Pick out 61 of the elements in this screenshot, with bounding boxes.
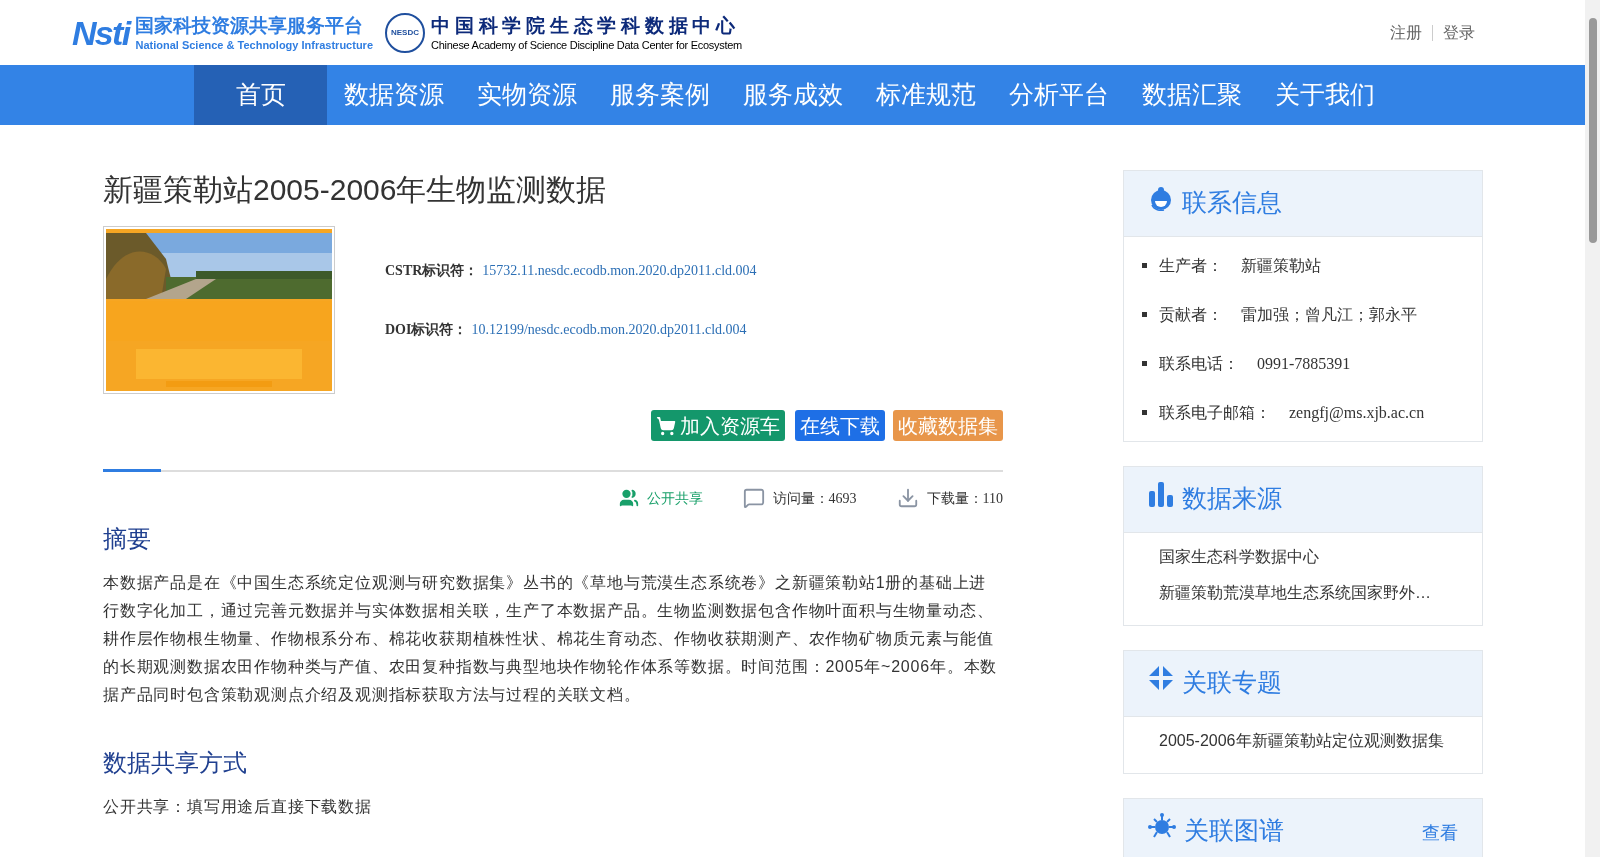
nav-tab[interactable]: 关于我们 bbox=[1258, 65, 1391, 125]
info-label: 联系电子邮箱： bbox=[1159, 402, 1271, 423]
section-heading: 数据共享方式 bbox=[103, 748, 248, 778]
info-value: zengfj@ms.xjb.ac.cn bbox=[1289, 402, 1425, 424]
action-button[interactable]: 加入资源车 bbox=[651, 410, 785, 441]
card-title: 关联图谱 bbox=[1184, 815, 1284, 846]
section-heading: 摘要 bbox=[103, 524, 152, 554]
center-title: 中国科学院生态学科数据中心 bbox=[431, 13, 741, 38]
platform-title: 国家科技资源共享服务平台 bbox=[135, 13, 365, 38]
action-button[interactable]: 在线下载 bbox=[795, 410, 885, 441]
header-link[interactable]: 注册 bbox=[1390, 20, 1422, 45]
view-link[interactable]: 查看 bbox=[1422, 821, 1458, 845]
list-link[interactable]: 新疆策勒荒漠草地生态系统国家野外… bbox=[1142, 581, 1431, 605]
platform-subtitle: National Science & Technology Infrastructure bbox=[135, 37, 373, 52]
info-value: 雷加强；曾凡江；郭永平 bbox=[1241, 304, 1417, 325]
message-icon bbox=[742, 487, 765, 509]
info-value: 新疆策勒站 bbox=[1241, 255, 1321, 276]
cart-icon bbox=[656, 415, 676, 436]
bullet-icon bbox=[1142, 312, 1147, 317]
diamond-segments-icon bbox=[1148, 665, 1174, 691]
center-subtitle: Chinese Academy of Science Discipline Data Center for Ecosystem bbox=[431, 37, 742, 52]
list-link[interactable]: 国家生态科学数据中心 bbox=[1142, 545, 1319, 569]
download-icon bbox=[896, 487, 919, 509]
list-link[interactable]: 2005-2006年新疆策勒站定位观测数据集 bbox=[1142, 729, 1444, 753]
stat-text: 公开共享 bbox=[646, 489, 703, 508]
scrollbar[interactable] bbox=[1585, 0, 1600, 857]
bullet-icon bbox=[1142, 361, 1147, 366]
nav-tab[interactable]: 服务案例 bbox=[593, 65, 726, 125]
bullet-icon bbox=[1142, 263, 1147, 268]
identifier-label: DOI标识符： bbox=[385, 321, 468, 339]
section-text: 公开共享：填写用途后直接下载数据 bbox=[103, 797, 373, 817]
center-badge: NESDC bbox=[385, 12, 425, 53]
action-button[interactable]: 收藏数据集 bbox=[893, 410, 1003, 441]
nav-tab[interactable]: 标准规范 bbox=[859, 65, 992, 125]
users-icon bbox=[618, 488, 639, 508]
nav-tab[interactable]: 首页 bbox=[194, 65, 327, 125]
stat-text: 访问量：4693 bbox=[772, 489, 857, 508]
identifier-label: CSTR标识符： bbox=[385, 262, 479, 280]
nav-tab[interactable]: 分析平台 bbox=[992, 65, 1125, 125]
card-title: 联系信息 bbox=[1182, 187, 1282, 218]
bar-chart-icon bbox=[1148, 481, 1174, 507]
tab-indicator bbox=[103, 469, 161, 472]
identifier-link[interactable]: 10.12199/nesdc.ecodb.mon.2020.dp2011.cld.004 bbox=[471, 319, 747, 340]
stat-text: 下载量：110 bbox=[926, 489, 1003, 508]
dataset-title: 新疆策勒站2005-2006年生物监测数据 bbox=[103, 172, 608, 208]
section-text: 本数据产品是在《中国生态系统定位观测与研究数据集》丛书的《草地与荒漠生态系统卷》之新疆策勒站1册的基础上进行数字化加工，通过完善元数据并与实体数据相关联，生产了本数据产品。生物监测数据包含作物叶面积与生物量动态、耕作层作物根生物量、作物根系分布、棉花收获期植株性状、棉花生育动态、作物收获期测产、农作物矿物质元素与能值的长期观测数据农田作物种类与产值、农田复种指数与典型地块作物轮作体系等数据。时间范围：2005年~2006年。本数据产品同时包含策勒观测点介绍及观测指标获取方法与过程的关联文档。 bbox=[103, 573, 999, 705]
info-value: 0991-7885391 bbox=[1257, 353, 1351, 374]
logo-mark: Nsti bbox=[72, 15, 130, 50]
nav-tab[interactable]: 数据资源 bbox=[327, 65, 460, 125]
identifier-link[interactable]: 15732.11.nesdc.ecodb.mon.2020.dp2011.cld.004 bbox=[482, 260, 757, 281]
info-label: 贡献者： bbox=[1159, 304, 1223, 325]
card-title: 关联专题 bbox=[1182, 667, 1282, 698]
card-title: 数据来源 bbox=[1182, 483, 1282, 514]
nav-tab[interactable]: 数据汇聚 bbox=[1125, 65, 1258, 125]
nav-tab[interactable]: 服务成效 bbox=[726, 65, 859, 125]
header-link[interactable]: 登录 bbox=[1443, 20, 1475, 45]
info-label: 联系电话： bbox=[1159, 353, 1239, 374]
nav-tab[interactable]: 实物资源 bbox=[460, 65, 593, 125]
headset-person-icon bbox=[1148, 185, 1174, 213]
bullet-icon bbox=[1142, 410, 1147, 415]
info-label: 生产者： bbox=[1159, 255, 1223, 276]
